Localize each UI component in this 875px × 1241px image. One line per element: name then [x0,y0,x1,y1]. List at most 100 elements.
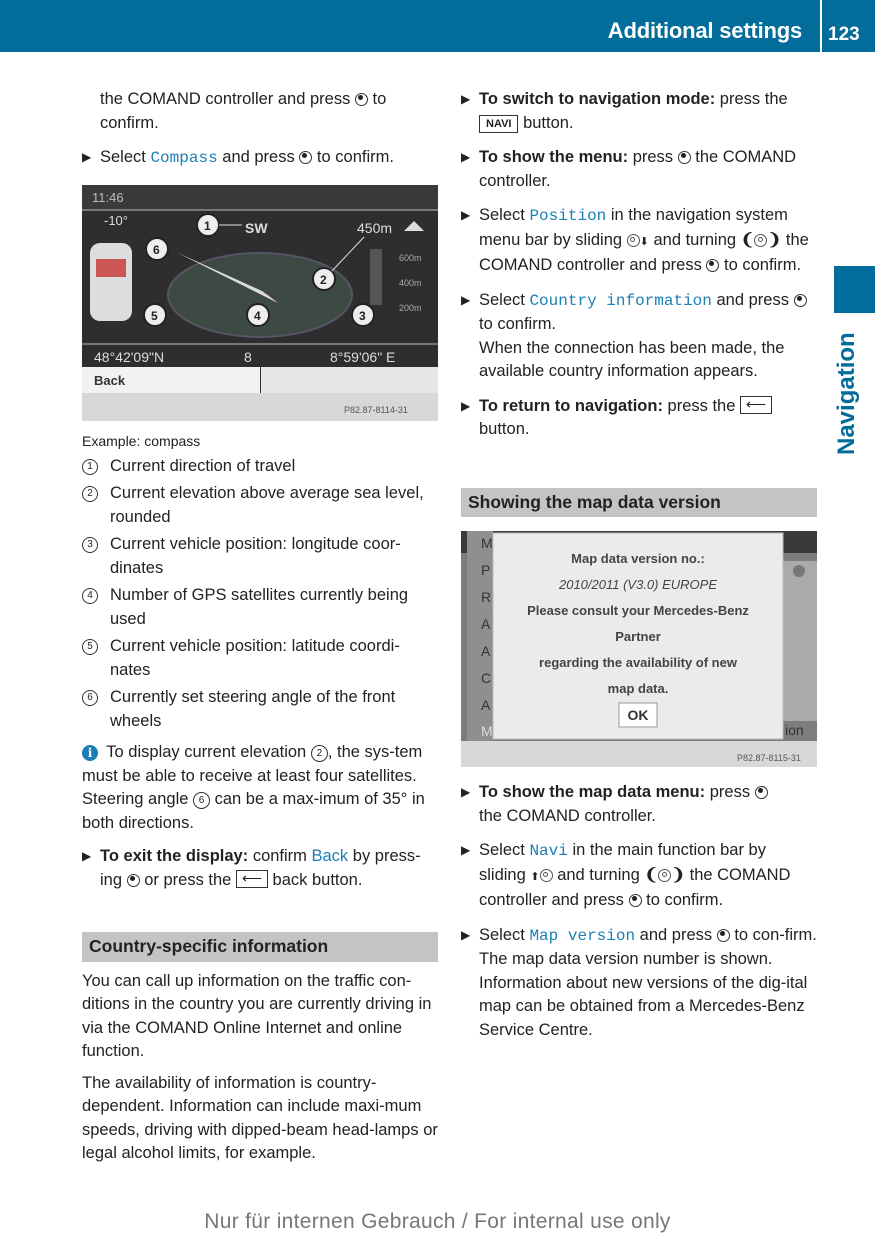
arrow-up-icon: ⬆ [530,870,540,883]
controller-turn-icon [754,233,768,247]
menu-fragment: ion [785,722,804,738]
section-heading-map-version: Showing the map data version [461,487,817,517]
controller-press-icon [793,293,807,307]
scale-label: 600m [399,253,422,263]
text: press [709,783,751,801]
map-version-screenshot: M P R A A C A M ion Map data version no.… [461,531,817,767]
scale-label: 400m [399,278,422,288]
text: back button. [272,870,363,889]
callout-2: 2 [320,273,327,287]
text: confirm [252,847,307,865]
satellite-count: 8 [244,349,252,365]
legend-number: 6 [82,690,98,706]
callout-legend: 1 Current direction of travel 2 Current el… [82,455,438,734]
compass-screenshot: 11:46 -10° SW 450m 600m 400m 200m 1 2 3 … [82,184,438,421]
back-softkey-label: Back [94,373,126,388]
menu-letter: P [481,562,490,578]
step-arrow-icon: ▶ [82,849,92,863]
menu-letter: A [481,643,491,659]
section-heading-country: Country-specific information [82,932,438,962]
image-code: P82.87-8115-31 [737,753,801,763]
menu-keyword-position: Position [529,207,607,225]
callout-6: 6 [153,243,160,257]
dialog-line: Partner [615,629,661,644]
text: and press [716,290,789,309]
info-icon: i [82,745,98,761]
step-arrow-icon: ▶ [461,927,471,942]
legend-number: 4 [82,588,98,604]
paragraph: You can call up information on the traff… [82,971,432,1061]
legend-text: Number of GPS satellites currently being… [110,586,409,628]
text: button. [523,113,574,132]
info-note: i To display current elevation 2, the sy… [82,741,438,835]
scale-label: 200m [399,303,422,313]
turn-left-icon: ❨ [644,865,659,884]
legend-number: 3 [82,537,98,553]
step-arrow-icon: ▶ [461,292,471,307]
text: press the [667,396,736,415]
text: Select [479,841,525,859]
page-header: Additional settings 123 [0,0,875,52]
text: and turning [557,865,640,884]
step-title: To exit the display: [100,847,249,865]
legend-item: 1 Current direction of travel [82,455,438,479]
text: to confirm. [646,891,724,909]
controller-press-icon [628,894,642,907]
controller-slide-down-icon [626,233,640,247]
text: Select [100,148,146,166]
menu-keyword-compass: Compass [150,149,218,167]
menu-letter: M [481,723,493,739]
text: and turning [653,230,737,249]
text: Select [479,206,525,224]
compass-display: 11:46 -10° SW 450m 600m 400m 200m 1 2 3 … [82,184,438,421]
text: the COMAND controller and press [100,90,351,108]
dialog-line: map data. [608,681,669,696]
text: press the [719,90,788,108]
image-code: P82.87-8114-31 [344,405,408,415]
controller-press-icon [706,259,720,272]
map-version-display: M P R A A C A M ion Map data version no.… [461,531,817,767]
text: Select [479,925,525,944]
legend-text: Current vehicle position: longitude coor… [110,535,401,577]
step-select-country-info: ▶ Select Country information and press t… [461,289,817,384]
intro-continuation: the COMAND controller and press to confi… [82,88,438,135]
legend-number: 2 [82,486,98,502]
map-preview [783,561,817,721]
text: button. [479,420,530,438]
controller-press-icon [677,151,691,164]
step-select-map-version: ▶ Select Map version and press to con-fi… [461,924,817,1043]
step-exit-display: ▶ To exit the display: confirm Back by p… [82,845,438,892]
controller-press-icon [716,928,730,942]
legend-number: 1 [82,458,98,475]
controller-press-icon [354,93,368,106]
arrow-down-icon: ⬇ [639,235,649,248]
dialog-line: Please consult your Mercedes-Benz [527,603,749,618]
step-return-navigation: ▶ To return to navigation: press the but… [461,393,817,442]
controller-press-icon [299,151,313,164]
callout-ref: 2 [310,745,328,762]
step-arrow-icon: ▶ [461,150,471,164]
callout-4: 4 [254,309,261,323]
menu-letter: M [481,535,493,551]
step-arrow-icon: ▶ [461,92,471,106]
text: confirm. [100,113,159,132]
text: to con-firm. [734,925,817,944]
internal-use-footer: Nur für internen Gebrauch / For internal… [204,1210,671,1233]
dialog-line: regarding the availability of new [539,655,738,670]
steering-angle-readout: -10° [104,213,128,228]
back-button-icon [740,393,772,416]
status-bar [82,184,438,209]
text: and press [222,148,295,166]
chapter-title: Additional settings [607,18,802,43]
controller-slide-up-icon [539,868,553,882]
controller-press-icon [126,873,140,887]
text: Select [479,290,525,309]
car-icon [90,242,132,321]
step-title: To show the menu: [479,148,629,166]
page-number: 123 [828,24,860,45]
menu-letter: A [481,697,491,713]
step-arrow-icon: ▶ [82,150,92,164]
figure-caption: Example: compass [82,432,201,449]
step-result: The map data version number is shown. In… [479,950,808,1039]
legend-text: Current elevation above average sea leve… [110,484,424,526]
